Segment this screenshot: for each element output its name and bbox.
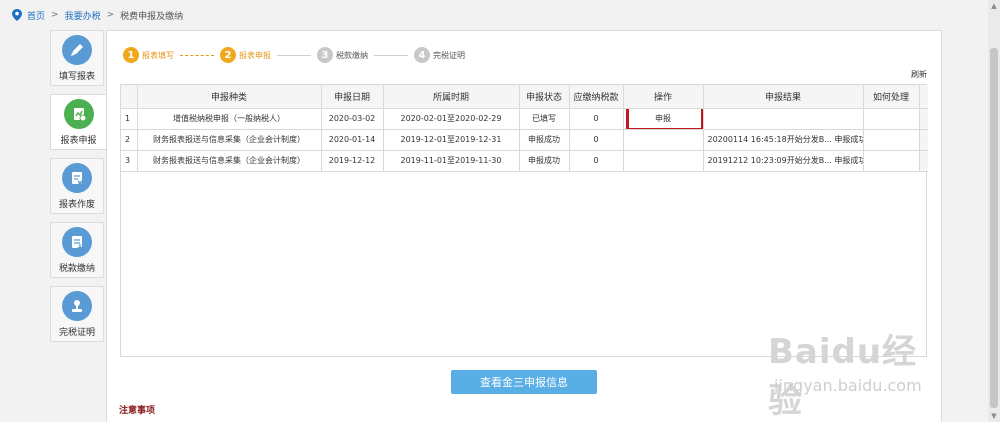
- sidebar-item-label: 税款缴纳: [58, 264, 95, 274]
- cell-tax: 0: [569, 150, 624, 172]
- sidebar-item-tax-payment[interactable]: 税款缴纳: [50, 222, 104, 278]
- cell-type: 财务报表报送与信息采集（企业会计制度）: [137, 129, 322, 151]
- scroll-down-icon[interactable]: ▼: [990, 412, 998, 420]
- watermark-main-text: Baidu经验: [768, 332, 918, 421]
- step-label: 报表申报: [239, 50, 271, 60]
- row-index: 3: [121, 150, 138, 172]
- cell-status: 申报成功: [519, 150, 570, 172]
- cell-tax: 0: [569, 108, 624, 130]
- stamp-icon: [62, 291, 92, 321]
- step-number: 1: [123, 47, 139, 63]
- row-index: 2: [121, 129, 138, 151]
- view-jinsan-info-button[interactable]: 查看金三申报信息: [451, 370, 597, 394]
- cell-action: 申报: [623, 108, 704, 130]
- sidebar-item-report-void[interactable]: 报表作废: [50, 158, 104, 214]
- cell-period: 2019-12-01至2019-12-31: [383, 129, 520, 151]
- column-header: 操作: [623, 85, 704, 109]
- cell-handle: [863, 150, 920, 172]
- breadcrumb-separator: >: [106, 10, 115, 20]
- sidebar-item-label: 报表申报: [60, 136, 97, 146]
- cell-handle: [863, 129, 920, 151]
- sidebar-item-tax-certificate[interactable]: 完税证明: [50, 286, 104, 342]
- sidebar-item-label: 报表作废: [58, 200, 95, 210]
- breadcrumb-separator: >: [51, 10, 59, 20]
- declare-button[interactable]: 申报: [655, 114, 671, 123]
- table-row: 2 财务报表报送与信息采集（企业会计制度） 2020-01-14 2019-12…: [121, 129, 928, 151]
- cell-result: [703, 108, 864, 130]
- breadcrumb: 首页 > 我要办税 > 税费申报及缴纳: [12, 7, 183, 23]
- table-header-row: 申报种类 申报日期 所属时期 申报状态 应缴纳税款 操作 申报结果 如何处理: [121, 85, 928, 109]
- cell-date: 2019-12-12: [321, 150, 384, 172]
- scroll-gutter: [919, 150, 928, 172]
- watermark-sub-text: jingyan.baidu.com: [774, 376, 922, 395]
- cell-status: 已填写: [519, 108, 570, 130]
- cell-date: 2020-03-02: [321, 108, 384, 130]
- step-2: 2 报表申报: [220, 47, 271, 63]
- step-number: 4: [414, 47, 430, 63]
- column-header: 所属时期: [383, 85, 520, 109]
- scrollbar-thumb[interactable]: [990, 48, 998, 408]
- step-label: 税款缴纳: [336, 50, 368, 60]
- breadcrumb-current: 税费申报及缴纳: [120, 11, 184, 22]
- report-void-icon: [62, 163, 92, 193]
- step-label: 完税证明: [433, 50, 465, 60]
- cell-period: 2020-02-01至2020-02-29: [383, 108, 520, 130]
- sidebar: 填写报表 报表申报 报表作废 税款缴纳 完税证明: [50, 30, 107, 350]
- step-number: 2: [220, 47, 236, 63]
- baidu-watermark: Baidu经验 jingyan.baidu.com: [762, 316, 952, 421]
- column-header: [121, 85, 138, 109]
- tax-payment-icon: [62, 227, 92, 257]
- cell-action: [623, 150, 704, 172]
- scroll-gutter: [919, 129, 928, 151]
- scroll-gutter: [919, 85, 928, 109]
- cell-result: 20191212 10:23:09开始分发B... 申报成功！: [703, 150, 864, 172]
- report-submit-icon: [63, 99, 94, 129]
- step-4: 4 完税证明: [414, 47, 465, 63]
- breadcrumb-tax-link[interactable]: 我要办税: [65, 9, 101, 22]
- column-header: 申报状态: [519, 85, 570, 109]
- column-header: 申报种类: [137, 85, 322, 109]
- column-header: 如何处理: [863, 85, 920, 109]
- refresh-link[interactable]: 刷新: [911, 69, 927, 80]
- notes-title: 注意事项: [119, 406, 156, 416]
- row-index: 1: [121, 108, 138, 130]
- table-row: 3 财务报表报送与信息采集（企业会计制度） 2019-12-12 2019-11…: [121, 150, 928, 172]
- step-connector: [180, 54, 214, 56]
- sidebar-item-label: 完税证明: [58, 328, 95, 338]
- step-label: 报表填写: [142, 50, 174, 60]
- step-number: 3: [317, 47, 333, 63]
- scroll-gutter: [919, 108, 928, 130]
- cell-result: 20200114 16:45:18开始分发B... 申报成功！: [703, 129, 864, 151]
- step-1: 1 报表填写: [123, 47, 174, 63]
- progress-steps: 1 报表填写 2 报表申报 3 税款缴纳 4 完税证明: [123, 46, 465, 64]
- cell-date: 2020-01-14: [321, 129, 384, 151]
- pencil-icon: [62, 35, 92, 65]
- sidebar-item-label: 填写报表: [58, 72, 95, 82]
- table-row: 1 增值税纳税申报（一般纳税人） 2020-03-02 2020-02-01至2…: [121, 108, 928, 130]
- sidebar-item-report-submit[interactable]: 报表申报: [50, 94, 107, 150]
- step-connector: [374, 54, 408, 56]
- cell-type: 增值税纳税申报（一般纳税人）: [137, 108, 322, 130]
- column-header: 申报日期: [321, 85, 384, 109]
- breadcrumb-home-link[interactable]: 首页: [27, 9, 45, 22]
- scroll-up-icon[interactable]: ▲: [990, 2, 998, 10]
- page-scrollbar[interactable]: ▲ ▼: [988, 0, 1000, 422]
- column-header: 申报结果: [703, 85, 864, 109]
- sidebar-item-fill-report[interactable]: 填写报表: [50, 30, 104, 86]
- step-connector: [277, 54, 311, 56]
- step-3: 3 税款缴纳: [317, 47, 368, 63]
- column-header: 应缴纳税款: [569, 85, 624, 109]
- location-pin-icon: [12, 9, 22, 21]
- cell-type: 财务报表报送与信息采集（企业会计制度）: [137, 150, 322, 172]
- cell-status: 申报成功: [519, 129, 570, 151]
- cell-handle: [863, 108, 920, 130]
- cell-period: 2019-11-01至2019-11-30: [383, 150, 520, 172]
- cell-action: [623, 129, 704, 151]
- cell-tax: 0: [569, 129, 624, 151]
